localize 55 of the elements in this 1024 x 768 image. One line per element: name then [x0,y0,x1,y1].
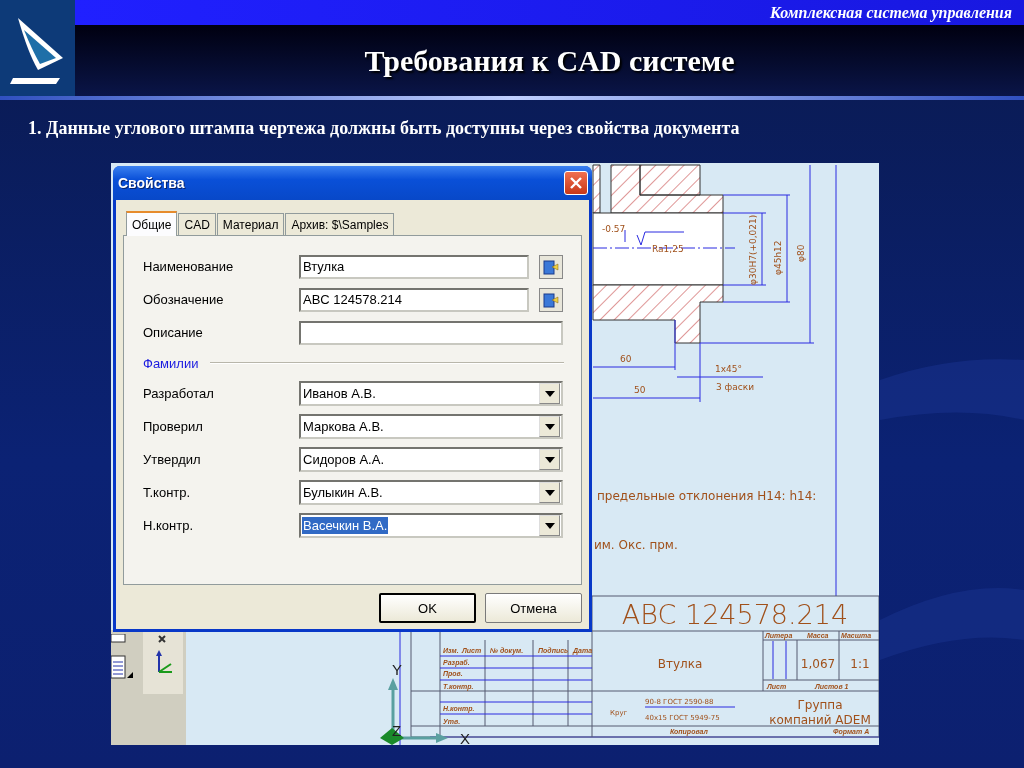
tab[interactable]: CAD [178,213,216,235]
scale-value: 1:1 [850,657,870,671]
field-label: Утвердил [143,452,202,467]
field-label: Описание [143,325,204,340]
header-caption: Комплексная система управления [770,3,1012,22]
field-label: Н.контр. [143,518,195,533]
caret-icon [544,390,555,397]
dimension-label: φ45h12 [773,240,783,275]
company-text: компаний ADEM [769,713,871,727]
note-text: им. Окс. прм. [594,538,678,552]
field-label: Обозначение [143,292,225,307]
input-field[interactable]: ABC 124578.214 [299,287,529,312]
caret-icon [544,423,555,430]
input-field[interactable]: Втулка [299,254,529,279]
slide-title: Требования к CAD системе [364,43,735,78]
field-label: Проверил [143,419,204,434]
field-label: Т.контр. [143,485,192,500]
dropdown-field[interactable]: Маркова А.В. [299,414,563,439]
field-label: Наименование [143,259,235,274]
caret-icon [544,522,555,529]
dropdown-field[interactable]: Васечкин В.А. [299,513,563,538]
close-button[interactable] [564,171,588,195]
part-name-text: Втулка [657,657,703,671]
caret-icon [544,456,555,463]
caret-icon [544,489,555,496]
designation-text: ABC 124578.214 [621,599,849,630]
tab[interactable]: Материал [216,213,285,235]
tab[interactable]: Общие [126,211,178,236]
axis-label: Z [392,722,402,739]
company-text: Группа [797,698,843,712]
dropdown-field[interactable]: Булыкин А.В. [299,480,563,505]
dimension-label: 50 [634,385,646,395]
tab[interactable]: Архив: $\Samples [285,213,395,235]
bullet-text: 1. Данные углового штампа чертежа должны быть доступны через свойства документа [28,118,741,140]
dimension-label: -0.57 [602,224,626,234]
section-heading: Фамилии [143,355,199,371]
dimension-label: 3 фаски [716,382,755,392]
note-text: предельные отклонения H14: h14: [597,489,817,503]
window-title: Свойства [118,175,185,191]
link-button[interactable] [539,287,563,312]
mass-value: 1,067 [800,657,836,671]
close-icon [570,177,582,189]
dimension-label: φ30H7(+0,021) [748,214,758,285]
cancel-button[interactable]: Отмена [485,593,582,623]
dropdown-field[interactable]: Сидоров А.А. [299,447,563,472]
input-field[interactable] [299,320,563,345]
ok-button[interactable]: OK [379,593,476,623]
link-button[interactable] [539,254,563,279]
dimension-label: 1x45° [715,364,742,374]
roughness-label: Ra1,25 [652,244,684,254]
dimension-label: φ80 [796,244,806,262]
dropdown-field[interactable]: Иванов А.В. [299,381,563,406]
axis-label: Y [392,661,402,678]
field-label: Разработал [143,386,215,401]
dimension-label: 60 [620,354,632,364]
